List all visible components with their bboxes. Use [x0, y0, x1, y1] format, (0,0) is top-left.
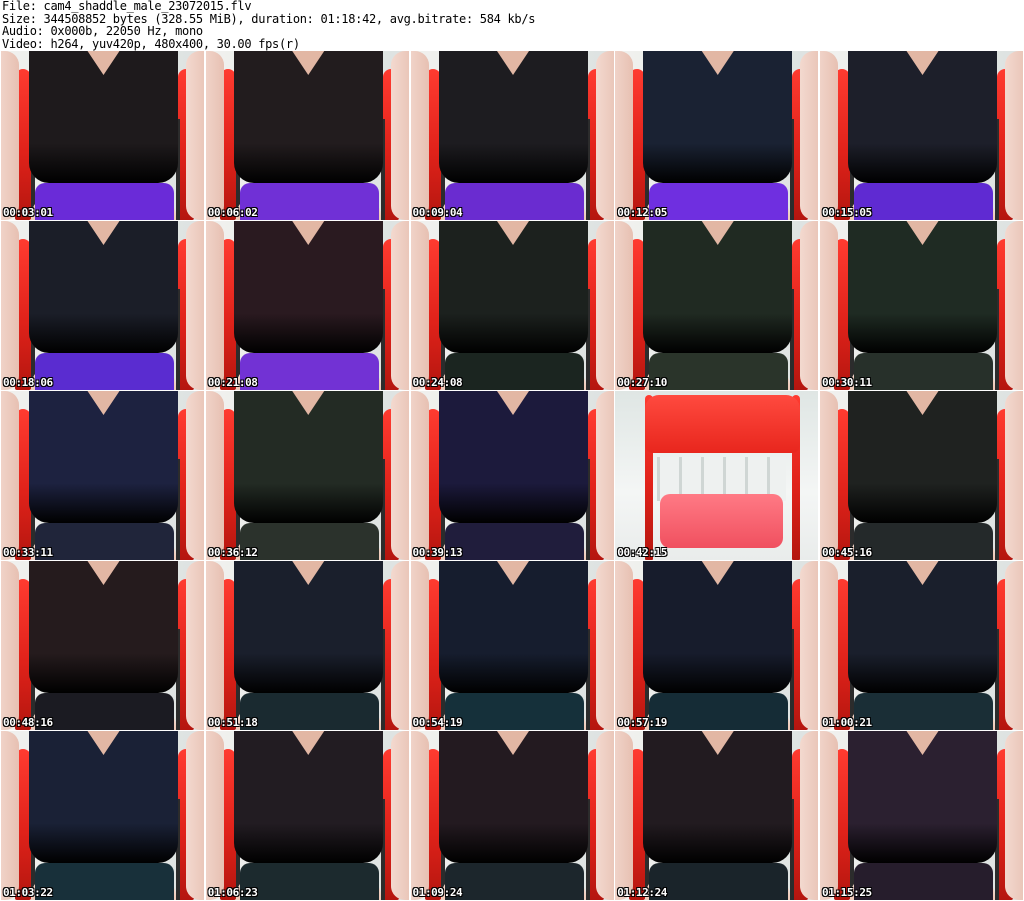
frame-image	[410, 731, 614, 900]
frame-image	[820, 561, 1023, 730]
video-frame-thumbnail: 01:12:24	[615, 731, 819, 900]
file-info-header: File: cam4_shaddle_male_23072015.flv Siz…	[2, 0, 1022, 50]
frame-image	[820, 391, 1023, 560]
frame-image	[410, 391, 614, 560]
frame-timestamp: 01:03:22	[3, 886, 53, 899]
frame-image	[1, 221, 204, 390]
video-frame-thumbnail: 01:09:24	[410, 731, 614, 900]
frame-image	[205, 51, 409, 220]
video-frame-thumbnail: 00:51:18	[205, 561, 409, 730]
frame-timestamp: 00:24:08	[412, 376, 463, 389]
frame-timestamp: 00:06:02	[207, 206, 258, 219]
frame-image	[205, 221, 409, 390]
frame-timestamp: 00:57:19	[617, 716, 668, 729]
frame-image	[1, 561, 204, 730]
frame-timestamp: 00:21:08	[207, 376, 258, 389]
frame-timestamp: 00:36:12	[207, 546, 258, 559]
frame-timestamp: 00:18:06	[3, 376, 53, 389]
video-frame-thumbnail: 00:39:13	[410, 391, 614, 560]
frame-timestamp: 00:54:19	[412, 716, 463, 729]
frame-timestamp: 00:12:05	[617, 206, 668, 219]
thumbnail-grid: 00:03:01 00:06:02 00:09:04 00:12:05 00:15:05…	[1, 51, 1023, 900]
frame-timestamp: 00:27:10	[617, 376, 668, 389]
video-frame-thumbnail: 01:15:25	[820, 731, 1023, 900]
frame-image	[205, 561, 409, 730]
video-frame-thumbnail: 00:27:10	[615, 221, 819, 390]
audio-info-line: Audio: 0x000b, 22050 Hz, mono	[2, 24, 203, 38]
video-frame-thumbnail: 00:06:02	[205, 51, 409, 220]
video-info-line: Video: h264, yuv420p, 480x400, 30.00 fps…	[2, 36, 300, 51]
video-frame-thumbnail: 00:57:19	[615, 561, 819, 730]
frame-image	[410, 51, 614, 220]
frame-image	[205, 731, 409, 900]
video-frame-thumbnail: 01:03:22	[1, 731, 204, 900]
file-name-line: File: cam4_shaddle_male_23072015.flv	[2, 0, 252, 13]
frame-timestamp: 01:00:21	[822, 716, 872, 729]
video-frame-thumbnail: 01:00:21	[820, 561, 1023, 730]
frame-timestamp: 01:12:24	[617, 886, 668, 899]
frame-timestamp: 00:39:13	[412, 546, 463, 559]
frame-image	[820, 51, 1023, 220]
video-frame-thumbnail: 00:24:08	[410, 221, 614, 390]
video-frame-thumbnail: 01:06:23	[205, 731, 409, 900]
frame-image	[410, 221, 614, 390]
frame-image	[615, 221, 819, 390]
video-frame-thumbnail: 00:12:05	[615, 51, 819, 220]
frame-image	[615, 731, 819, 900]
frame-timestamp: 00:51:18	[207, 716, 258, 729]
video-frame-thumbnail: 00:30:11	[820, 221, 1023, 390]
video-frame-thumbnail: 00:33:11	[1, 391, 204, 560]
frame-timestamp: 01:06:23	[207, 886, 258, 899]
frame-image	[615, 391, 819, 560]
frame-image	[1, 51, 204, 220]
frame-image	[1, 731, 204, 900]
video-frame-thumbnail: 00:03:01	[1, 51, 204, 220]
frame-timestamp: 00:30:11	[822, 376, 872, 389]
frame-image	[615, 561, 819, 730]
frame-timestamp: 01:09:24	[412, 886, 463, 899]
frame-timestamp: 00:03:01	[3, 206, 53, 219]
video-frame-thumbnail: 00:54:19	[410, 561, 614, 730]
frame-timestamp: 01:15:25	[822, 886, 872, 899]
video-frame-thumbnail: 00:09:04	[410, 51, 614, 220]
frame-image	[1, 391, 204, 560]
video-frame-thumbnail: 00:21:08	[205, 221, 409, 390]
frame-timestamp: 00:33:11	[3, 546, 53, 559]
frame-image	[820, 221, 1023, 390]
video-frame-thumbnail: 00:18:06	[1, 221, 204, 390]
frame-image	[205, 391, 409, 560]
video-frame-thumbnail: 00:36:12	[205, 391, 409, 560]
frame-timestamp: 00:15:05	[822, 206, 872, 219]
frame-timestamp: 00:09:04	[412, 206, 463, 219]
frame-timestamp: 00:42:15	[617, 546, 668, 559]
video-frame-thumbnail: 00:48:16	[1, 561, 204, 730]
video-frame-thumbnail: 00:15:05	[820, 51, 1023, 220]
frame-image	[615, 51, 819, 220]
video-frame-thumbnail: 00:45:16	[820, 391, 1023, 560]
video-frame-thumbnail: 00:42:15	[615, 391, 819, 560]
frame-image	[820, 731, 1023, 900]
frame-timestamp: 00:48:16	[3, 716, 53, 729]
frame-image	[410, 561, 614, 730]
frame-timestamp: 00:45:16	[822, 546, 872, 559]
